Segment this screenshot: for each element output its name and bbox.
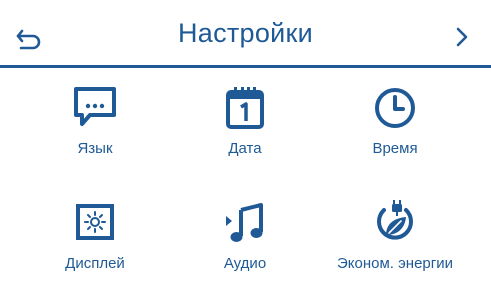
language-label: Язык (77, 140, 113, 157)
audio-label: Аудио (223, 255, 267, 272)
chevron-right-icon (456, 27, 468, 47)
display-tile[interactable]: Дисплей (20, 198, 170, 272)
energy-saving-icon (377, 200, 413, 240)
calendar-icon (226, 87, 264, 129)
date-label: Дата (228, 140, 262, 157)
time-tile[interactable]: Время (320, 83, 470, 157)
page-title: Настройки (177, 18, 314, 48)
language-tile[interactable]: Язык (20, 83, 170, 157)
energy-saving-label: Эконом. энергии (337, 255, 453, 272)
music-note-icon (226, 203, 263, 242)
clock-icon (375, 88, 415, 128)
speech-bubble-icon (74, 87, 116, 126)
display-brightness-icon (76, 204, 114, 240)
next-button[interactable] (447, 22, 477, 52)
audio-tile[interactable]: Аудио (170, 198, 320, 272)
time-label: Время (372, 140, 418, 157)
date-tile[interactable]: Дата (170, 83, 320, 157)
display-label: Дисплей (65, 255, 125, 272)
energy-saving-tile[interactable]: Эконом. энергии (320, 198, 470, 272)
header-bar: Настройки (0, 0, 491, 68)
